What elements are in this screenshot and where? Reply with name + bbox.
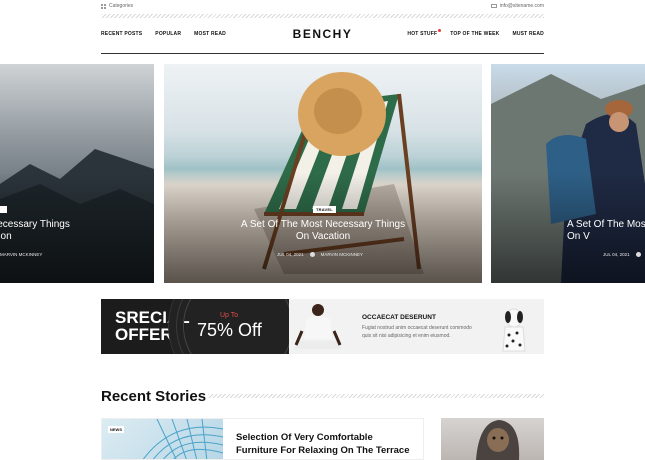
nav-hot-stuff[interactable]: HOT STUFF [407, 29, 442, 37]
categories-link[interactable]: Categories [101, 3, 133, 9]
slide-card-1[interactable]: Necessary Things ation MARVIN MCKINNEY [0, 64, 154, 283]
nav-top-of-week[interactable]: TOP OF THE WEEK [450, 31, 499, 37]
slide-title[interactable]: Necessary Things ation [0, 219, 90, 243]
featured-slider: Necessary Things ation MARVIN MCKINNEY T… [0, 64, 645, 283]
slide-title[interactable]: A Set Of The Most Necessary Things On Va… [208, 219, 438, 243]
top-utility-bar: Categories info@sitename.com [0, 0, 645, 14]
site-logo[interactable]: BENCHY [293, 27, 353, 41]
banner-text: Fugiat nostrud anim occaecat deserunt co… [362, 325, 472, 339]
nav-must-read[interactable]: MUST READ [512, 31, 544, 37]
person-image [294, 304, 342, 349]
slide-author: MARVIN MCKINNEY [320, 252, 364, 257]
slide-date: JUL 04, 2021 [603, 252, 630, 257]
banner-offer-text: SRECIAL OFFER [115, 309, 190, 343]
email-link[interactable]: info@sitename.com [490, 3, 544, 9]
nav-divider [101, 53, 544, 54]
story-thumbnail[interactable]: NEWS [102, 419, 224, 459]
author-avatar [635, 252, 641, 257]
banner-line-2: OFFER [115, 325, 173, 344]
dog-hoodie-image [476, 420, 520, 460]
slide-meta: JUL 04, 2021 MARVIN MCKINNEY [277, 252, 363, 257]
nav-recent-posts[interactable]: RECENT POSTS [101, 31, 142, 37]
slide-meta: MARVIN MCKINNEY [0, 252, 42, 257]
categories-label: Categories [109, 3, 134, 9]
banner-heading: OCCAECAT DESERUNT [362, 314, 436, 321]
main-nav: RECENT POSTS POPULAR MOST READ BENCHY HO… [101, 22, 544, 52]
section-divider [208, 394, 544, 398]
slide-title[interactable]: A Set Of The Mos On V [567, 219, 645, 243]
dalmatian-dog-image [502, 308, 526, 352]
mail-icon [490, 4, 497, 8]
slide-meta: JUL 04, 2021 [603, 252, 641, 257]
side-story-card[interactable] [441, 418, 544, 460]
slide-date: JUL 04, 2021 [277, 252, 304, 257]
banner-upto: Up To [220, 312, 239, 319]
slide-card-3[interactable]: A Set Of The Mos On V JUL 04, 2021 [491, 64, 645, 283]
author-avatar [309, 252, 315, 257]
hot-badge-dot [438, 29, 442, 32]
slide-tag [0, 206, 8, 213]
grid-icon [101, 3, 106, 9]
slide-author: MARVIN MCKINNEY [0, 252, 43, 257]
story-card[interactable]: NEWS Selection Of Very Comfortable Furni… [101, 418, 424, 460]
story-title[interactable]: Selection Of Very Comfortable Furniture … [236, 431, 416, 457]
email-label: info@sitename.com [499, 3, 544, 9]
section-title: Recent Stories [101, 388, 207, 405]
slide-tag[interactable]: TRAVEL [313, 206, 336, 213]
nav-hot-stuff-label: HOT STUFF [407, 31, 438, 37]
story-tag[interactable]: NEWS [108, 426, 124, 433]
slide-card-2[interactable]: TRAVEL A Set Of The Most Necessary Thing… [164, 64, 482, 283]
top-divider [101, 14, 544, 18]
banner-percent: 75% Off [197, 320, 262, 340]
banner-line-1: SRECIAL [115, 308, 190, 327]
nav-most-read[interactable]: MOST READ [194, 31, 226, 37]
nav-popular[interactable]: POPULAR [155, 31, 181, 37]
special-offer-banner[interactable]: SRECIAL OFFER Up To 75% Off OCCAECAT DES… [101, 299, 544, 354]
